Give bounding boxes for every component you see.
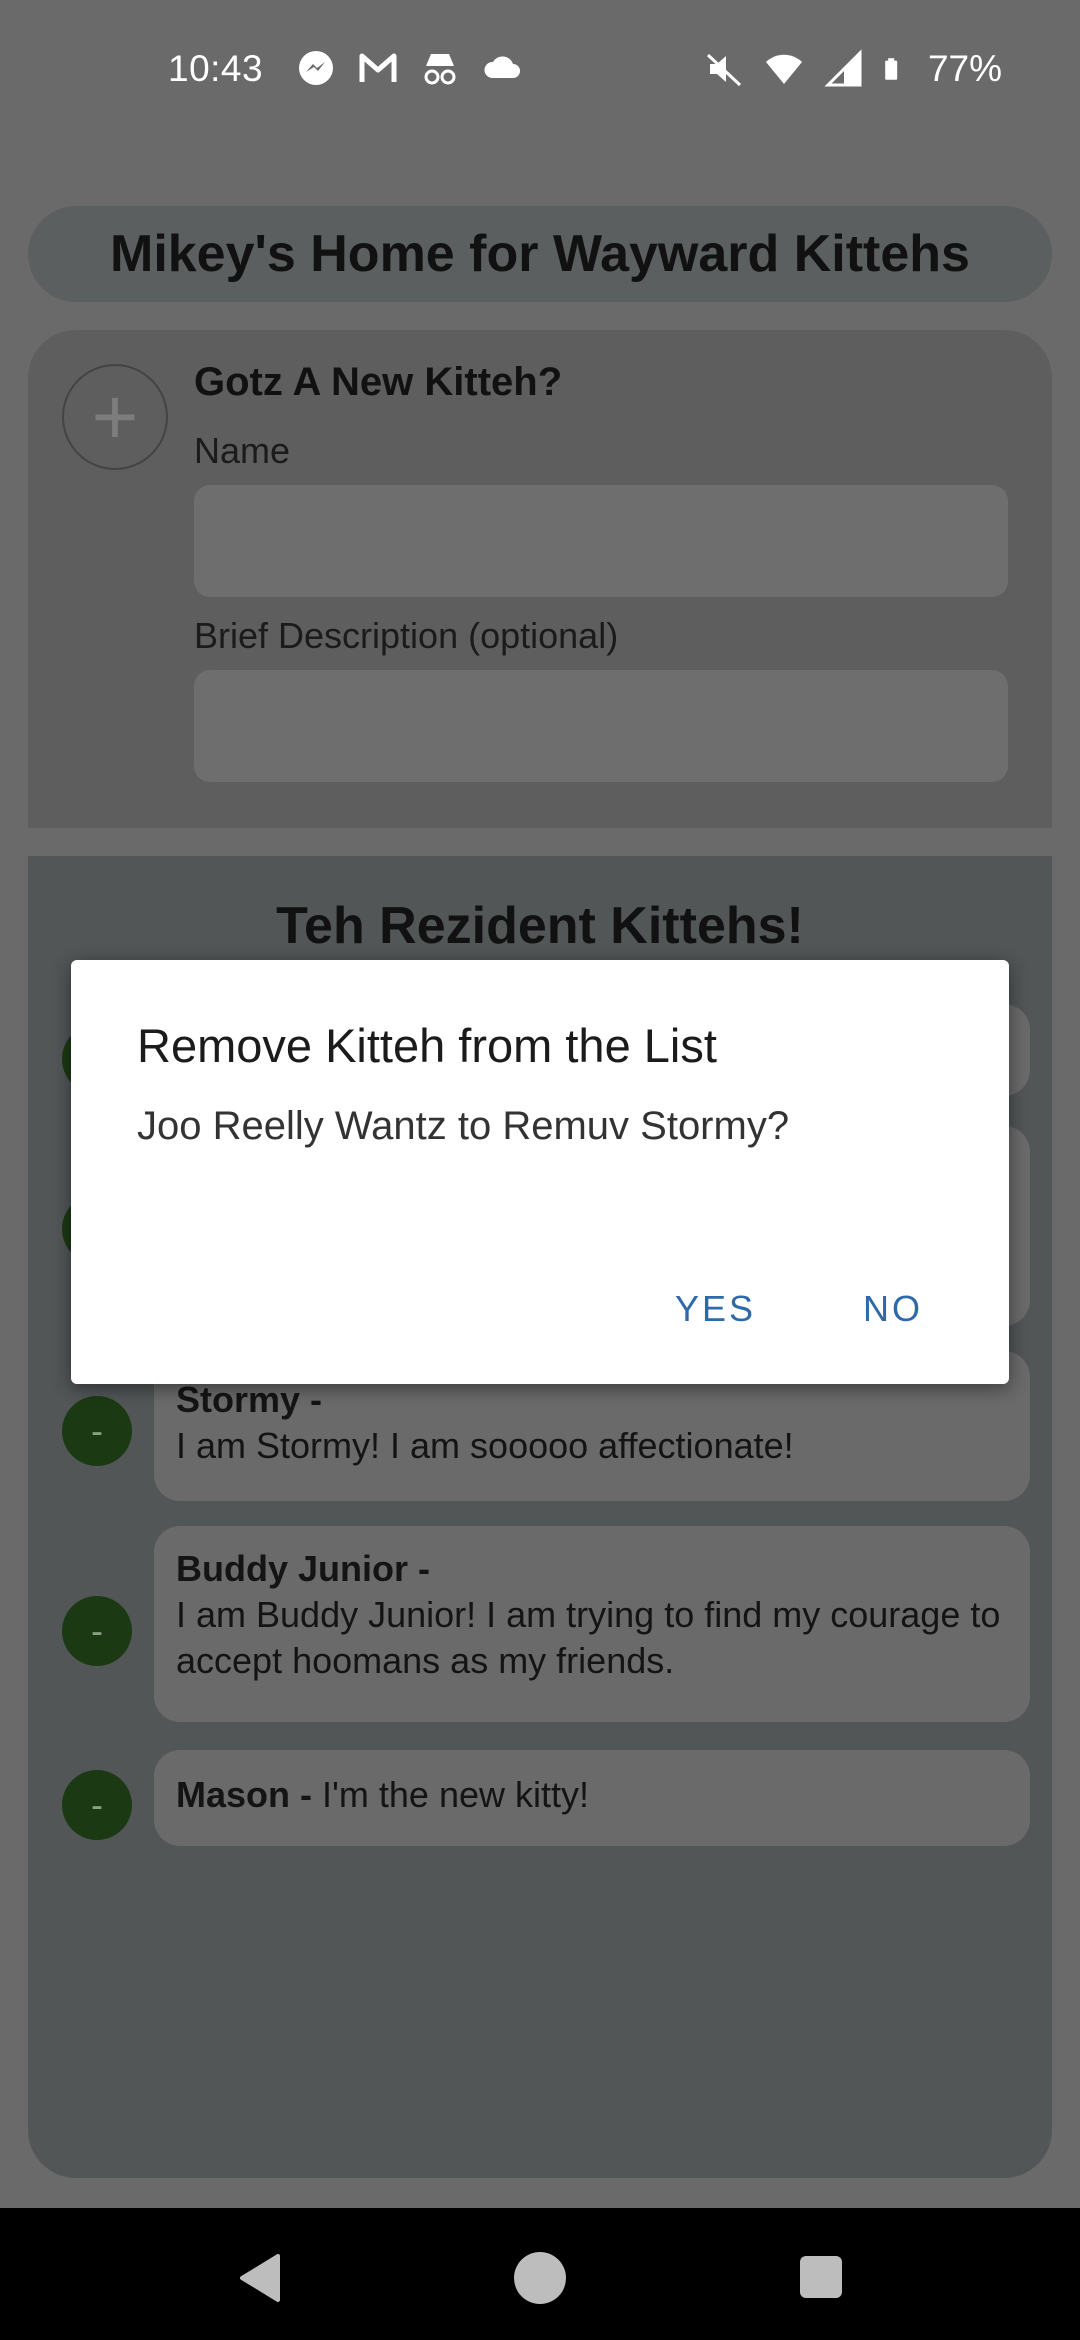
status-bar: 10:43 77% xyxy=(0,0,1080,140)
status-time: 10:43 xyxy=(168,48,264,89)
messenger-icon xyxy=(299,51,333,85)
description-label: Brief Description (optional) xyxy=(194,615,619,656)
remove-kitteh-button[interactable]: - xyxy=(62,1770,132,1840)
plus-icon: + xyxy=(91,372,139,461)
yes-button[interactable]: YES xyxy=(663,1280,768,1338)
incognito-icon xyxy=(424,54,456,85)
add-kitteh-button[interactable]: + xyxy=(62,364,168,470)
gmail-icon xyxy=(359,53,397,82)
description-input[interactable] xyxy=(194,670,1008,782)
new-kitteh-title: Gotz A New Kitteh? xyxy=(194,360,563,404)
recents-icon[interactable] xyxy=(800,2256,842,2298)
home-icon[interactable] xyxy=(514,2252,566,2304)
remove-kitteh-dialog: Remove Kitteh from the List Joo Reelly W… xyxy=(71,960,1009,1384)
signal-icon xyxy=(824,49,862,87)
list-item: Buddy Junior - I am Buddy Junior! I am t… xyxy=(154,1526,1030,1722)
battery-icon xyxy=(885,58,898,80)
battery-percent: 77% xyxy=(927,48,1002,89)
minus-icon: - xyxy=(91,1784,103,1825)
app-title-banner: Mikey's Home for Wayward Kittehs xyxy=(28,206,1052,302)
mute-icon xyxy=(706,53,741,87)
list-item: Mason - I'm the new kitty! xyxy=(154,1750,1030,1846)
name-label: Name xyxy=(194,430,291,471)
name-input[interactable] xyxy=(194,485,1008,597)
kitteh-description: I'm the new kitty! xyxy=(322,1774,589,1815)
dialog-message: Joo Reelly Wantz to Remuv Stormy? xyxy=(137,1104,790,1148)
cloud-icon xyxy=(484,56,520,78)
kitteh-description: I am Buddy Junior! I am trying to find m… xyxy=(176,1594,1001,1681)
remove-kitteh-button[interactable]: - xyxy=(62,1396,132,1466)
residents-title: Teh Rezident Kittehs! xyxy=(276,897,804,955)
minus-icon: - xyxy=(91,1410,103,1451)
kitteh-name: Buddy Junior - xyxy=(176,1548,430,1589)
system-icons: 77% xyxy=(704,48,1002,90)
dialog-title: Remove Kitteh from the List xyxy=(137,1019,717,1072)
no-button[interactable]: NO xyxy=(851,1280,935,1338)
new-kitteh-form: + Gotz A New Kitteh? Name Brief Descript… xyxy=(28,330,1052,828)
back-icon[interactable] xyxy=(234,2252,286,2304)
notification-icons xyxy=(296,48,522,88)
kitteh-name: Mason - xyxy=(176,1774,313,1815)
wifi-icon xyxy=(765,54,802,84)
navigation-bar xyxy=(0,2208,1080,2340)
app-title: Mikey's Home for Wayward Kittehs xyxy=(110,225,970,283)
remove-kitteh-button[interactable]: - xyxy=(62,1596,132,1666)
kitteh-description: I am Stormy! I am sooooo affectionate! xyxy=(176,1425,794,1466)
minus-icon: - xyxy=(91,1610,103,1651)
